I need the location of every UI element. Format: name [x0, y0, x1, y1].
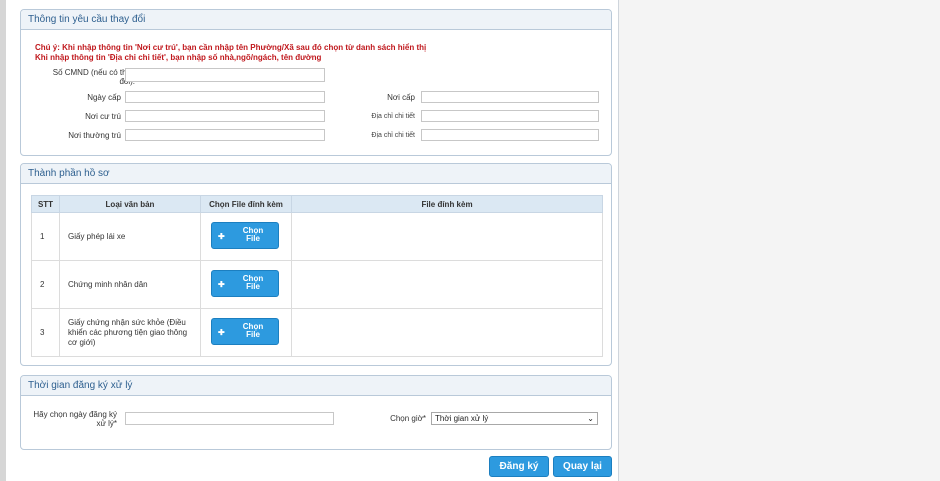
table-row: 3 Giấy chứng nhận sức khỏe (Điều khiển c…	[31, 308, 603, 357]
noi-cu-tru-input[interactable]	[125, 110, 325, 122]
row-stt: 1	[31, 212, 60, 261]
choose-file-label: Chọn File	[242, 274, 264, 291]
documents-table: STT Loại văn bản Chọn File đính kèm File…	[31, 195, 603, 357]
documents-panel: Thành phần hồ sơ STT Loại văn bản Chọn F…	[20, 163, 612, 366]
table-row: 2 Chứng minh nhân dân ✚ Chọn File	[31, 260, 603, 309]
dia-chi-chi-tiet-input[interactable]	[421, 110, 599, 122]
plus-icon: ✚	[218, 232, 225, 241]
choose-file-button[interactable]: ✚ Chọn File	[211, 222, 279, 249]
col-header-choose-file: Chọn File đính kèm	[200, 195, 292, 213]
processing-time-panel: Thời gian đăng ký xử lý Hãy chọn ngày đă…	[20, 375, 612, 450]
hour-label: Chọn giờ*	[390, 414, 426, 423]
col-header-type: Loại văn bản	[59, 195, 201, 213]
cmnd-input[interactable]	[125, 68, 325, 82]
date-label: Hãy chọn ngày đăng ký xử lý*	[33, 410, 117, 428]
change-request-panel: Thông tin yêu cầu thay đổi Chú ý: Khi nh…	[20, 9, 612, 156]
panel-title: Thành phần hồ sơ	[21, 164, 611, 184]
warning-notes: Chú ý: Khi nhập thông tin 'Nơi cư trú', …	[35, 43, 426, 63]
noi-cu-tru-label: Nơi cư trú	[85, 112, 121, 121]
back-button[interactable]: Quay lại	[553, 456, 612, 477]
choose-file-label: Chọn File	[242, 226, 264, 243]
row-type: Giấy phép lái xe	[59, 212, 201, 261]
noi-thuong-tru-input[interactable]	[125, 129, 325, 141]
register-button[interactable]: Đăng ký	[489, 456, 549, 477]
plus-icon: ✚	[218, 280, 225, 289]
noi-cap-label: Nơi cấp	[387, 93, 415, 102]
date-input[interactable]	[125, 412, 334, 425]
warning-note-1: Chú ý: Khi nhập thông tin 'Nơi cư trú', …	[35, 43, 427, 52]
row-stt: 2	[31, 260, 60, 309]
choose-file-label: Chọn File	[242, 322, 264, 339]
hour-select-value: Thời gian xử lý	[435, 414, 489, 423]
ngay-cap-input[interactable]	[125, 91, 325, 103]
attached-file-cell	[291, 260, 603, 309]
choose-file-button[interactable]: ✚ Chọn File	[211, 270, 279, 297]
cmnd-label: Số CMND (nếu có thay đổi):	[52, 68, 135, 86]
noi-thuong-tru-label: Nơi thường trú	[68, 131, 121, 140]
dia-chi-chi-tiet-label: Địa chỉ chi tiết	[371, 113, 415, 120]
table-row: 1 Giấy phép lái xe ✚ Chọn File	[31, 212, 603, 261]
noi-cap-input[interactable]	[421, 91, 599, 103]
right-divider	[618, 0, 619, 481]
dia-chi-chi-tiet-2-label: Địa chỉ chi tiết	[371, 132, 415, 139]
dia-chi-chi-tiet-2-input[interactable]	[421, 129, 599, 141]
right-background	[618, 0, 940, 481]
row-type: Chứng minh nhân dân	[59, 260, 201, 309]
ngay-cap-label: Ngày cấp	[87, 93, 121, 102]
panel-title: Thông tin yêu cầu thay đổi	[21, 10, 611, 30]
warning-note-2: Khi nhập thông tin 'Địa chỉ chi tiết', b…	[35, 53, 322, 62]
col-header-stt: STT	[31, 195, 60, 213]
choose-file-button[interactable]: ✚ Chọn File	[211, 318, 279, 345]
panel-title: Thời gian đăng ký xử lý	[21, 376, 611, 396]
attached-file-cell	[291, 308, 603, 357]
left-scroll-edge	[0, 0, 6, 481]
attached-file-cell	[291, 212, 603, 261]
row-stt: 3	[31, 308, 60, 357]
hour-select[interactable]: Thời gian xử lý ⌄	[431, 412, 598, 425]
chevron-down-icon: ⌄	[587, 414, 594, 423]
plus-icon: ✚	[218, 328, 225, 337]
row-type: Giấy chứng nhận sức khỏe (Điều khiển các…	[59, 308, 201, 357]
col-header-attached-file: File đính kèm	[291, 195, 603, 213]
